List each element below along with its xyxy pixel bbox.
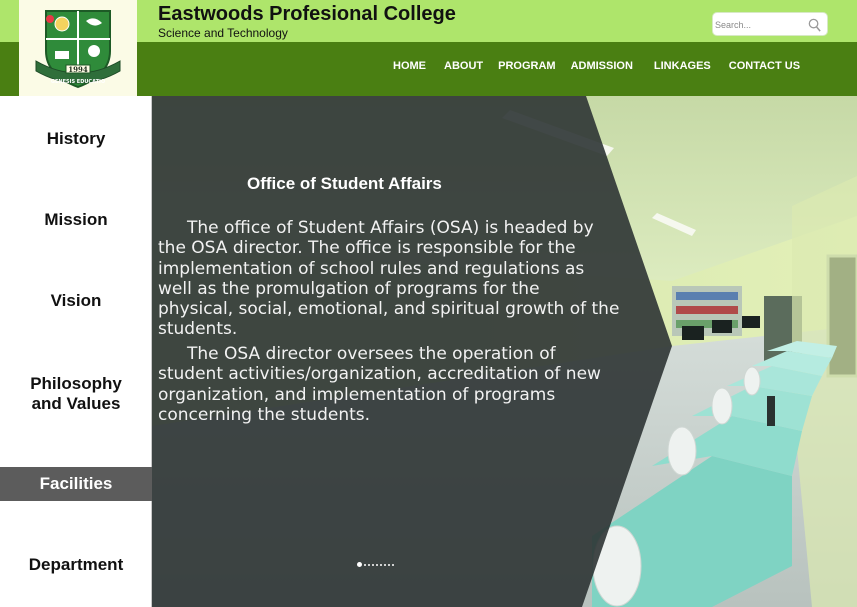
search-input[interactable] xyxy=(715,17,805,33)
carousel-dot[interactable] xyxy=(392,563,394,566)
slide-paragraph-2: The OSA director oversees the operation … xyxy=(158,344,620,425)
facility-slide: Office of Student Affairs The office of … xyxy=(152,96,857,607)
nav-linkages[interactable]: LINKAGES xyxy=(654,60,711,74)
svg-text:GENESIS EDUCATIO: GENESIS EDUCATIO xyxy=(51,79,105,85)
carousel-indicators xyxy=(357,562,396,567)
nav-admission[interactable]: ADMISSION xyxy=(571,60,633,74)
sidebar-item-vision[interactable]: Vision xyxy=(0,276,152,326)
sidebar-item-facilities[interactable]: Facilities xyxy=(0,467,152,501)
carousel-dot[interactable] xyxy=(384,563,386,566)
sidebar-item-department[interactable]: Department xyxy=(0,540,152,590)
nav-program[interactable]: PROGRAM xyxy=(498,60,555,74)
svg-text:1994: 1994 xyxy=(68,65,88,74)
carousel-dot[interactable] xyxy=(368,563,370,566)
college-subtitle: Science and Technology xyxy=(158,26,288,40)
sidebar: History Mission Vision Philosophy and Va… xyxy=(0,96,152,607)
nav-about[interactable]: ABOUT xyxy=(444,60,483,74)
college-name: Eastwoods Profesional College xyxy=(158,3,456,25)
carousel-dot[interactable] xyxy=(388,563,390,566)
sidebar-item-philosophy-and-values[interactable]: Philosophy and Values xyxy=(0,366,152,422)
carousel-dot[interactable] xyxy=(357,562,362,567)
sidebar-item-history[interactable]: History xyxy=(0,114,152,164)
carousel-dot[interactable] xyxy=(376,563,378,566)
slide-title: Office of Student Affairs xyxy=(247,174,442,193)
slide-paragraph-1-text: The office of Student Affairs (OSA) is h… xyxy=(158,218,620,340)
search-icon[interactable] xyxy=(807,17,822,33)
carousel-dot[interactable] xyxy=(364,563,366,566)
college-seal-icon: 1994 GENESIS EDUCATIO xyxy=(35,10,121,89)
search-box xyxy=(712,12,828,36)
slide-paragraph-2-text: The OSA director oversees the operation … xyxy=(158,344,601,425)
nav-contact-us[interactable]: CONTACT US xyxy=(729,60,800,74)
carousel-dot[interactable] xyxy=(380,563,382,566)
main-nav: HOME ABOUT PROGRAM ADMISSION LINKAGES CO… xyxy=(385,60,800,74)
sidebar-item-mission[interactable]: Mission xyxy=(0,195,152,245)
carousel-dot[interactable] xyxy=(372,563,374,566)
slide-paragraph-1: The office of Student Affairs (OSA) is h… xyxy=(158,218,620,340)
college-logo[interactable]: 1994 GENESIS EDUCATIO xyxy=(19,0,137,96)
nav-home[interactable]: HOME xyxy=(393,60,426,74)
